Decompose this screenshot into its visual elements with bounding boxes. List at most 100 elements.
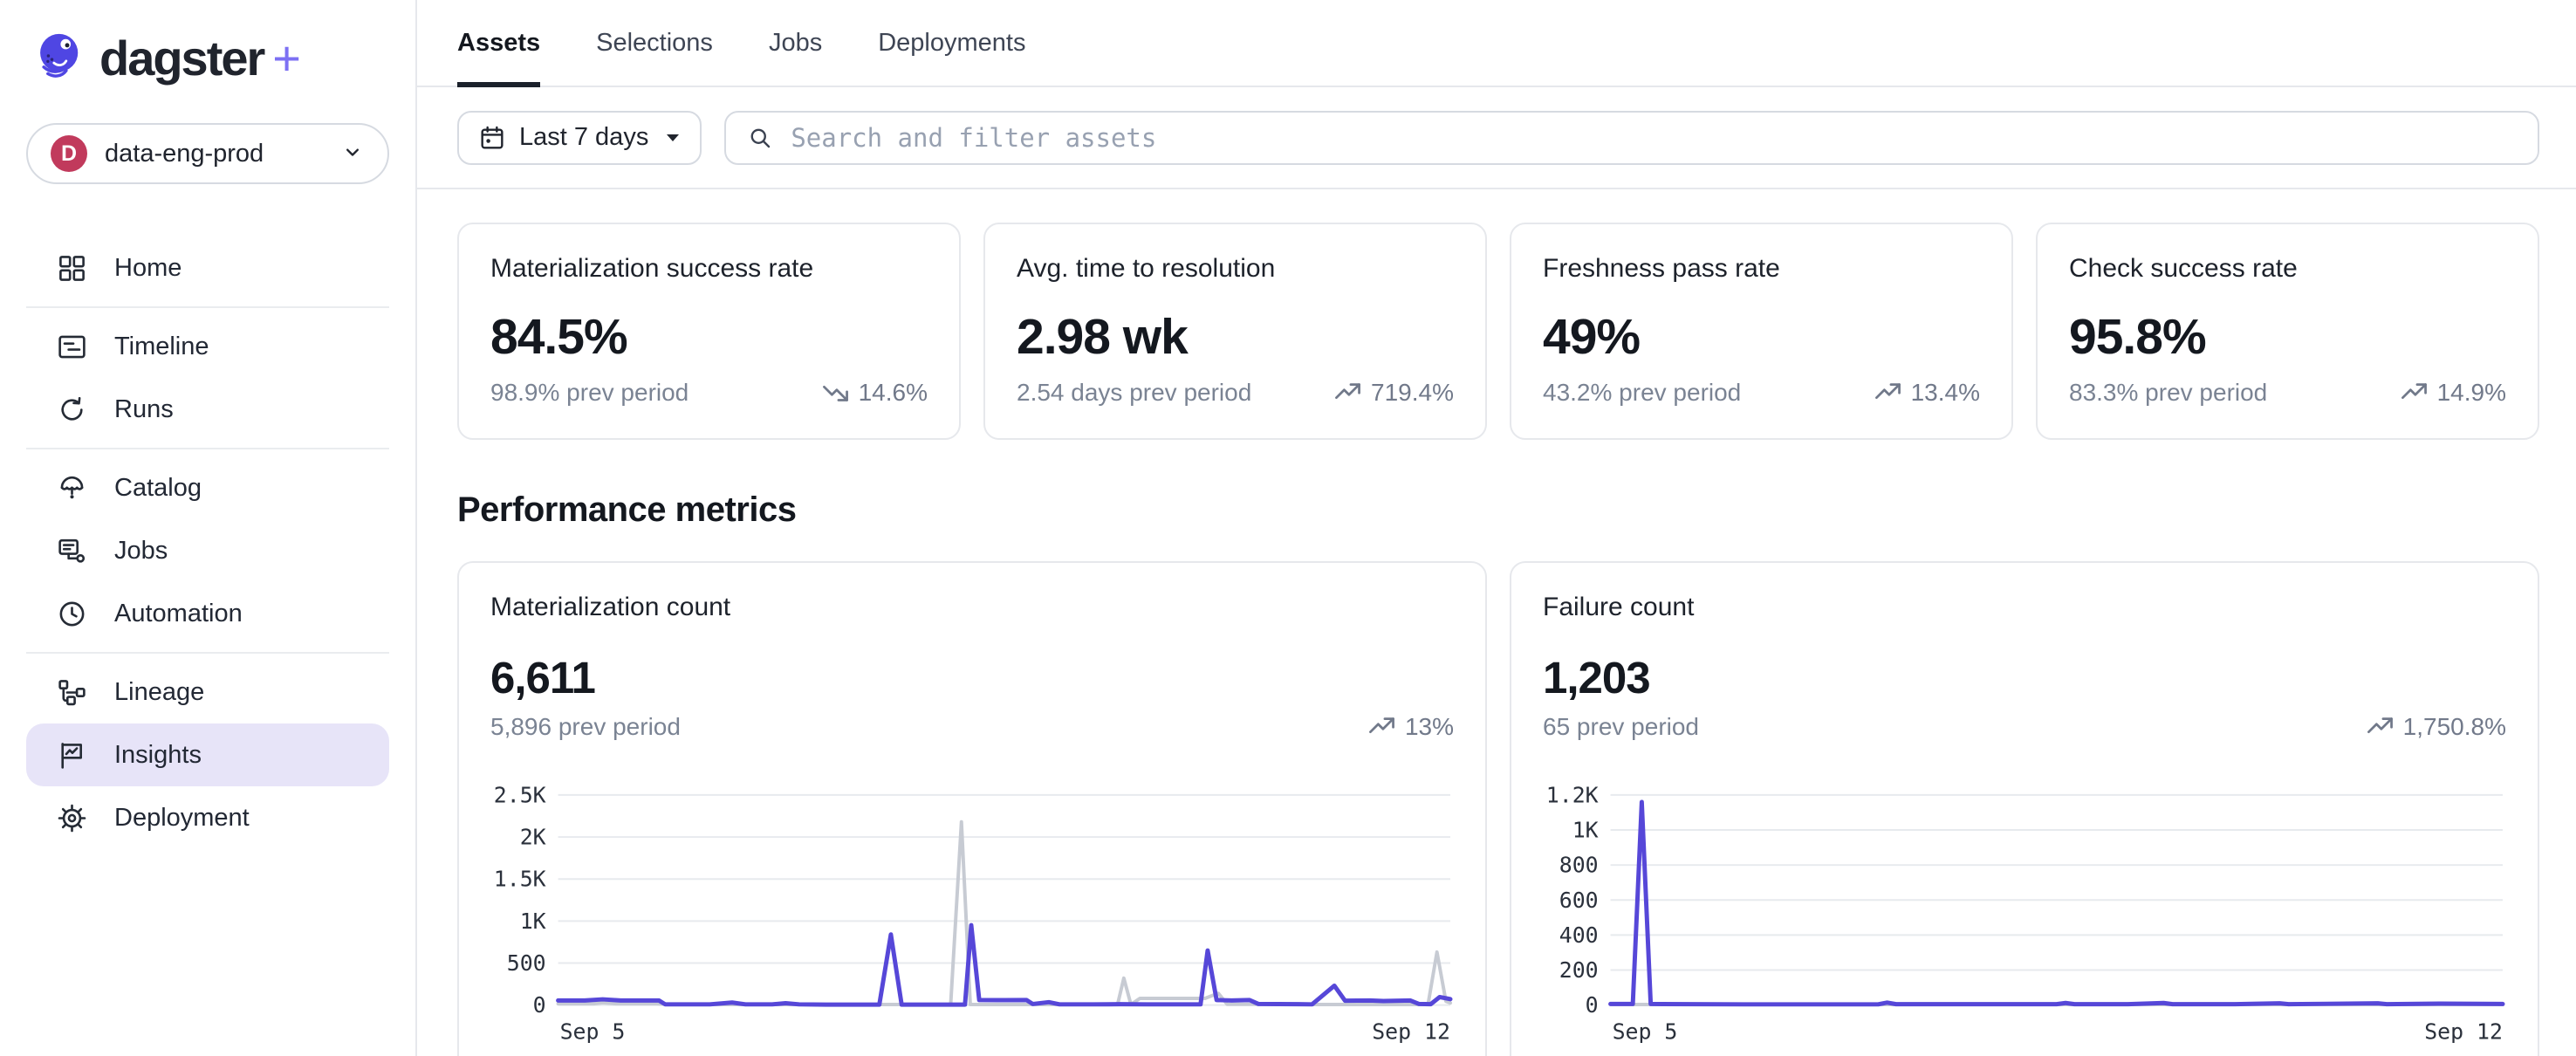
timeline-icon (56, 331, 88, 363)
svg-text:800: 800 (1559, 853, 1599, 878)
chart-value: 6,611 (490, 652, 1454, 703)
svg-text:400: 400 (1559, 922, 1599, 948)
lineage-graph-icon (56, 676, 88, 709)
chart-card-row: Materialization count 6,611 5,896 prev p… (457, 561, 2539, 1056)
filter-bar: Last 7 days (417, 87, 2576, 189)
kpi-prev-period: 43.2% prev period (1543, 379, 1741, 407)
sidebar-item-jobs[interactable]: Jobs (26, 519, 389, 582)
workspace-switcher[interactable]: D data-eng-prod (26, 123, 389, 184)
sidebar-item-catalog[interactable]: Catalog (26, 456, 389, 519)
date-range-button[interactable]: Last 7 days (457, 111, 702, 165)
svg-text:1K: 1K (1572, 818, 1599, 843)
home-grid-icon (56, 252, 88, 285)
trend-up-icon (1333, 378, 1362, 407)
date-range-label: Last 7 days (519, 123, 648, 152)
kpi-value: 2.98 wk (1017, 308, 1454, 366)
sidebar-item-automation[interactable]: Automation (26, 582, 389, 645)
content-area: Materialization success rate 84.5% 98.9%… (417, 189, 2576, 1056)
trend-up-icon (1367, 712, 1396, 741)
chart-delta: 1,750.8% (2366, 712, 2506, 741)
sidebar-item-home[interactable]: Home (26, 237, 389, 299)
sidebar-item-label: Insights (114, 741, 202, 770)
kpi-card-row: Materialization success rate 84.5% 98.9%… (457, 223, 2539, 440)
kpi-title: Check success rate (2069, 254, 2506, 284)
sidebar-item-insights[interactable]: Insights (26, 723, 389, 786)
performance-metrics-heading: Performance metrics (457, 490, 2539, 530)
svg-text:0: 0 (1586, 992, 1599, 1018)
trend-down-icon (821, 378, 850, 407)
kpi-prev-period: 2.54 days prev period (1017, 379, 1251, 407)
svg-text:Sep 12: Sep 12 (1372, 1018, 1450, 1043)
chart-prev-period: 5,896 prev period (490, 713, 681, 741)
svg-text:Sep 12: Sep 12 (2424, 1018, 2503, 1043)
top-tabbar: Assets Selections Jobs Deployments (417, 0, 2576, 87)
chart-title: Materialization count (490, 593, 1454, 622)
kpi-value: 49% (1543, 308, 1980, 366)
search-input[interactable] (789, 122, 2517, 154)
search-box (724, 111, 2539, 165)
svg-text:0: 0 (533, 992, 546, 1018)
kpi-prev-period: 83.3% prev period (2069, 379, 2267, 407)
tab-deployments[interactable]: Deployments (878, 0, 1025, 86)
kpi-value: 95.8% (2069, 308, 2506, 366)
kpi-value: 84.5% (490, 308, 928, 366)
dropdown-caret-icon (665, 133, 681, 143)
tab-assets[interactable]: Assets (457, 0, 540, 86)
kpi-title: Freshness pass rate (1543, 254, 1980, 284)
catalog-asset-icon (56, 472, 88, 504)
tab-jobs[interactable]: Jobs (769, 0, 822, 86)
kpi-delta: 14.6% (821, 378, 928, 407)
brand-logo[interactable]: dagster + (0, 0, 415, 86)
kpi-title: Avg. time to resolution (1017, 254, 1454, 284)
search-icon (747, 125, 773, 151)
kpi-card-avg-time-to-resolution: Avg. time to resolution 2.98 wk 2.54 day… (983, 223, 1487, 440)
kpi-card-materialization-success-rate: Materialization success rate 84.5% 98.9%… (457, 223, 961, 440)
sidebar-item-label: Lineage (114, 678, 204, 707)
trend-up-icon (1874, 378, 1902, 407)
chart-delta: 13% (1367, 712, 1454, 741)
failure-count-line-chart[interactable]: 02004006008001K1.2KSep 5Sep 12 (1543, 783, 2506, 1043)
sidebar-nav: Home Timeline Runs (0, 230, 415, 856)
trend-up-icon (2400, 378, 2429, 407)
kpi-delta: 719.4% (1333, 378, 1454, 407)
kpi-delta: 14.9% (2400, 378, 2506, 407)
kpi-title: Materialization success rate (490, 254, 928, 284)
insights-flag-icon (56, 739, 88, 771)
sidebar-item-timeline[interactable]: Timeline (26, 315, 389, 378)
sidebar-item-label: Jobs (114, 537, 168, 566)
svg-text:2.5K: 2.5K (494, 783, 546, 807)
sidebar-item-runs[interactable]: Runs (26, 378, 389, 441)
svg-text:1K: 1K (520, 909, 546, 934)
chart-value: 1,203 (1543, 652, 2506, 703)
sidebar-item-label: Timeline (114, 333, 209, 361)
sidebar-item-label: Catalog (114, 474, 202, 503)
sidebar-item-deployment[interactable]: Deployment (26, 786, 389, 849)
kpi-card-freshness-pass-rate: Freshness pass rate 49% 43.2% prev perio… (1510, 223, 2013, 440)
tab-selections[interactable]: Selections (596, 0, 713, 86)
calendar-icon (478, 124, 506, 152)
main-area: Assets Selections Jobs Deployments Last … (417, 0, 2576, 1056)
svg-text:Sep 5: Sep 5 (560, 1018, 626, 1043)
kpi-delta: 13.4% (1874, 378, 1980, 407)
kpi-card-check-success-rate: Check success rate 95.8% 83.3% prev peri… (2036, 223, 2539, 440)
chart-card-failure-count: Failure count 1,203 65 prev period 1,750… (1510, 561, 2539, 1056)
chart-title: Failure count (1543, 593, 2506, 622)
svg-text:500: 500 (507, 950, 546, 976)
workspace-avatar: D (51, 135, 87, 172)
trend-up-icon (2366, 712, 2394, 741)
kpi-prev-period: 98.9% prev period (490, 379, 689, 407)
workspace-name: data-eng-prod (105, 140, 323, 168)
app-window: dagster + D data-eng-prod Home (0, 0, 2576, 1056)
sidebar-item-lineage[interactable]: Lineage (26, 661, 389, 723)
svg-text:1.2K: 1.2K (1546, 783, 1599, 807)
svg-text:Sep 5: Sep 5 (1613, 1018, 1678, 1043)
sidebar-item-label: Deployment (114, 804, 250, 833)
brand-wordmark: dagster (99, 30, 264, 86)
sidebar-item-label: Runs (114, 395, 174, 424)
sidebar-item-label: Home (114, 254, 182, 283)
sidebar-item-label: Automation (114, 600, 243, 628)
clock-icon (56, 598, 88, 630)
svg-text:2K: 2K (520, 825, 546, 850)
chart-prev-period: 65 prev period (1543, 713, 1699, 741)
materialization-count-line-chart[interactable]: 05001K1.5K2K2.5KSep 5Sep 12 (490, 783, 1454, 1043)
